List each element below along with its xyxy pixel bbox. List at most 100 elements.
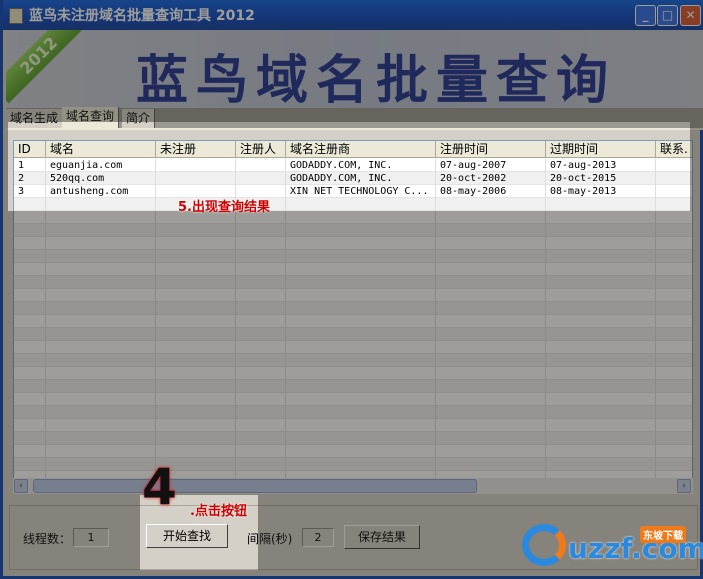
table-cell [46, 458, 156, 471]
table-row[interactable] [14, 432, 692, 445]
table-cell [546, 406, 656, 419]
table-cell [656, 302, 692, 315]
table-cell: 08-may-2006 [436, 185, 546, 198]
table-row[interactable] [14, 289, 692, 302]
table-cell: 520qq.com [46, 172, 156, 185]
window-title: 蓝鸟未注册域名批量查询工具 2012 [29, 8, 255, 24]
table-cell [546, 354, 656, 367]
table-cell [46, 250, 156, 263]
table-row[interactable] [14, 237, 692, 250]
table-cell [656, 224, 692, 237]
table-cell [236, 172, 286, 185]
table-row[interactable] [14, 341, 692, 354]
table-cell [14, 289, 46, 302]
table-cell [656, 341, 692, 354]
table-row[interactable] [14, 250, 692, 263]
table-cell [14, 458, 46, 471]
scroll-thumb[interactable] [33, 479, 477, 493]
scroll-left-icon[interactable]: ‹ [14, 479, 28, 493]
table-cell: 07-aug-2013 [546, 159, 656, 172]
banner: 2012 蓝鸟域名批量查询 [6, 30, 703, 108]
table-cell [46, 354, 156, 367]
table-cell [436, 393, 546, 406]
column-header[interactable]: 联系. [656, 141, 692, 158]
tab-intro[interactable]: 简介 [122, 109, 156, 128]
table-cell [546, 458, 656, 471]
table-cell [656, 250, 692, 263]
table-cell [656, 354, 692, 367]
table-cell [156, 172, 236, 185]
table-cell [46, 289, 156, 302]
table-cell [156, 328, 236, 341]
table-cell [156, 289, 236, 302]
tab-domain-query[interactable]: 域名查询 [62, 107, 120, 128]
table-cell [656, 198, 692, 211]
column-header[interactable]: 未注册 [156, 141, 236, 158]
minimize-button[interactable]: _ [635, 5, 656, 26]
horizontal-scrollbar[interactable]: ‹ › [13, 478, 693, 494]
tab-domain-generate[interactable]: 域名生成 [6, 109, 64, 128]
close-button[interactable]: ✕ [680, 5, 701, 26]
table-cell [546, 393, 656, 406]
threads-input[interactable]: 1 [73, 528, 109, 547]
table-row[interactable] [14, 276, 692, 289]
table-cell [436, 315, 546, 328]
table-row[interactable] [14, 354, 692, 367]
maximize-button[interactable]: □ [657, 5, 678, 26]
table-row[interactable] [14, 211, 692, 224]
table-cell [46, 315, 156, 328]
table-cell: 20-oct-2002 [436, 172, 546, 185]
table-row[interactable] [14, 419, 692, 432]
table-row[interactable] [14, 328, 692, 341]
table-cell [156, 302, 236, 315]
column-header[interactable]: 域名 [46, 141, 156, 158]
table-cell: 1 [14, 159, 46, 172]
table-row[interactable] [14, 380, 692, 393]
table-cell [286, 263, 436, 276]
table-cell [14, 341, 46, 354]
column-header[interactable]: ID [14, 141, 46, 158]
column-header[interactable]: 过期时间 [546, 141, 656, 158]
table-cell [286, 341, 436, 354]
logo-swirl-icon [522, 524, 566, 566]
table-cell [236, 406, 286, 419]
table-cell [656, 237, 692, 250]
scroll-right-icon[interactable]: › [677, 479, 691, 493]
start-search-button[interactable]: 开始查找 [146, 524, 228, 548]
table-cell [656, 276, 692, 289]
table-cell [46, 367, 156, 380]
table-cell [236, 315, 286, 328]
table-cell [656, 172, 692, 185]
table-cell [236, 328, 286, 341]
table-cell: 20-oct-2015 [546, 172, 656, 185]
table-cell [14, 263, 46, 276]
table-cell [546, 419, 656, 432]
table-row[interactable] [14, 367, 692, 380]
table-cell [546, 302, 656, 315]
table-row[interactable] [14, 458, 692, 471]
column-header[interactable]: 注册人 [236, 141, 286, 158]
save-results-button[interactable]: 保存结果 [344, 525, 420, 549]
table-cell [14, 445, 46, 458]
table-cell [286, 419, 436, 432]
column-header[interactable]: 域名注册商 [286, 141, 436, 158]
table-row[interactable] [14, 198, 692, 211]
table-cell [236, 354, 286, 367]
results-grid[interactable]: ID 域名 未注册 注册人 域名注册商 注册时间 过期时间 联系. 1 eguanjia.com… [13, 140, 693, 493]
table-row[interactable] [14, 315, 692, 328]
table-row[interactable] [14, 224, 692, 237]
table-row[interactable]: 3 antusheng.com XIN NET TECHNOLOGY C... 08-… [14, 185, 692, 198]
table-row[interactable] [14, 263, 692, 276]
interval-input[interactable]: 2 [302, 528, 334, 547]
table-row[interactable] [14, 406, 692, 419]
table-row[interactable] [14, 393, 692, 406]
column-header[interactable]: 注册时间 [436, 141, 546, 158]
table-cell [656, 263, 692, 276]
table-row[interactable] [14, 302, 692, 315]
table-row[interactable]: 2 520qq.com GODADDY.COM, INC. 20-oct-2002 20… [14, 172, 692, 185]
step4-number: 4 [142, 458, 177, 516]
table-row[interactable] [14, 445, 692, 458]
table-cell [14, 328, 46, 341]
uzzf-watermark: uzzf.com 东坡下载 [518, 520, 703, 570]
table-row[interactable]: 1 eguanjia.com GODADDY.COM, INC. 07-aug-200… [14, 159, 692, 172]
